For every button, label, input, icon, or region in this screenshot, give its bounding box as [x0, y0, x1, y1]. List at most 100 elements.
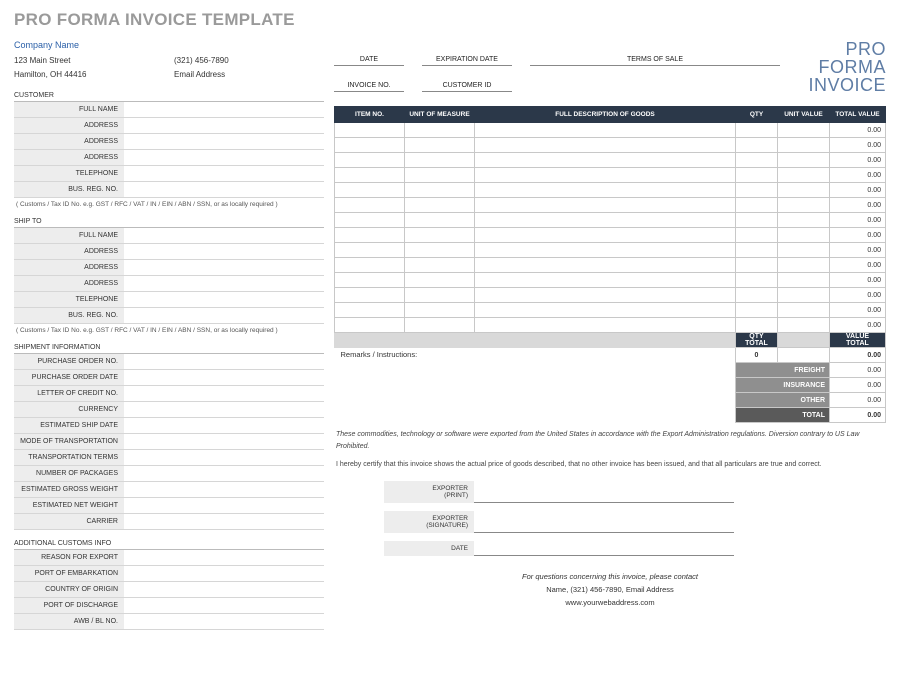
shipto-telephone[interactable] — [124, 292, 324, 307]
ship-trans-terms[interactable] — [124, 450, 324, 465]
table-cell[interactable] — [335, 198, 405, 213]
table-cell[interactable] — [405, 168, 475, 183]
table-cell[interactable] — [405, 318, 475, 333]
table-cell[interactable]: 0.00 — [830, 183, 886, 198]
sig-exporter-sign-line[interactable] — [474, 511, 734, 533]
customer-full-name[interactable] — [124, 102, 324, 117]
customs-discharge[interactable] — [124, 598, 324, 613]
shipto-address-3[interactable] — [124, 276, 324, 291]
table-cell[interactable] — [736, 318, 778, 333]
table-cell[interactable] — [475, 153, 736, 168]
table-cell[interactable]: 0.00 — [830, 228, 886, 243]
table-cell[interactable] — [335, 168, 405, 183]
table-cell[interactable] — [405, 303, 475, 318]
table-cell[interactable] — [778, 183, 830, 198]
table-cell[interactable] — [475, 303, 736, 318]
ship-carrier[interactable] — [124, 514, 324, 529]
shipto-full-name[interactable] — [124, 228, 324, 243]
table-cell[interactable] — [475, 258, 736, 273]
ship-net[interactable] — [124, 498, 324, 513]
table-cell[interactable] — [736, 198, 778, 213]
table-cell[interactable] — [778, 318, 830, 333]
customs-reason[interactable] — [124, 550, 324, 565]
table-cell[interactable] — [778, 198, 830, 213]
table-cell[interactable] — [736, 273, 778, 288]
table-cell[interactable] — [475, 243, 736, 258]
table-cell[interactable] — [778, 228, 830, 243]
table-cell[interactable] — [736, 243, 778, 258]
table-cell[interactable]: 0.00 — [830, 198, 886, 213]
table-cell[interactable] — [405, 243, 475, 258]
table-cell[interactable]: 0.00 — [830, 123, 886, 138]
table-cell[interactable] — [475, 213, 736, 228]
table-cell[interactable] — [335, 228, 405, 243]
table-cell[interactable] — [475, 288, 736, 303]
table-cell[interactable] — [475, 138, 736, 153]
table-cell[interactable] — [405, 213, 475, 228]
table-cell[interactable] — [736, 288, 778, 303]
table-cell[interactable] — [335, 123, 405, 138]
table-cell[interactable] — [736, 168, 778, 183]
customer-bus-reg[interactable] — [124, 182, 324, 197]
table-cell[interactable] — [778, 213, 830, 228]
shipto-address-2[interactable] — [124, 260, 324, 275]
table-cell[interactable]: 0.00 — [830, 243, 886, 258]
table-cell[interactable] — [778, 153, 830, 168]
table-cell[interactable] — [335, 153, 405, 168]
table-cell[interactable] — [736, 138, 778, 153]
table-cell[interactable] — [778, 288, 830, 303]
table-cell[interactable] — [335, 318, 405, 333]
meta-invno-input[interactable] — [334, 91, 404, 92]
table-cell[interactable] — [405, 228, 475, 243]
ship-mode[interactable] — [124, 434, 324, 449]
meta-custid-input[interactable] — [422, 91, 512, 92]
table-cell[interactable] — [736, 228, 778, 243]
table-cell[interactable] — [778, 243, 830, 258]
table-cell[interactable] — [736, 303, 778, 318]
table-cell[interactable] — [405, 123, 475, 138]
table-cell[interactable] — [405, 258, 475, 273]
ship-po-no[interactable] — [124, 354, 324, 369]
table-cell[interactable] — [475, 123, 736, 138]
customs-embark[interactable] — [124, 566, 324, 581]
table-cell[interactable]: 0.00 — [830, 153, 886, 168]
customer-address-1[interactable] — [124, 118, 324, 133]
table-cell[interactable] — [778, 258, 830, 273]
table-cell[interactable] — [335, 183, 405, 198]
ship-est-ship[interactable] — [124, 418, 324, 433]
table-cell[interactable] — [736, 213, 778, 228]
table-cell[interactable] — [475, 228, 736, 243]
sig-date-line[interactable] — [474, 541, 734, 556]
shipto-address-1[interactable] — [124, 244, 324, 259]
table-cell[interactable]: 0.00 — [830, 168, 886, 183]
ship-currency[interactable] — [124, 402, 324, 417]
ship-gross[interactable] — [124, 482, 324, 497]
table-cell[interactable]: 0.00 — [830, 288, 886, 303]
table-cell[interactable] — [778, 138, 830, 153]
table-cell[interactable] — [475, 198, 736, 213]
table-cell[interactable] — [335, 258, 405, 273]
table-cell[interactable] — [736, 123, 778, 138]
customs-origin[interactable] — [124, 582, 324, 597]
table-cell[interactable] — [736, 183, 778, 198]
table-cell[interactable] — [475, 273, 736, 288]
sig-exporter-print-line[interactable] — [474, 481, 734, 503]
table-cell[interactable] — [778, 168, 830, 183]
ship-loc[interactable] — [124, 386, 324, 401]
table-cell[interactable]: 0.00 — [830, 318, 886, 333]
customer-address-2[interactable] — [124, 134, 324, 149]
table-cell[interactable] — [335, 288, 405, 303]
table-cell[interactable]: 0.00 — [830, 303, 886, 318]
table-cell[interactable] — [335, 213, 405, 228]
table-cell[interactable] — [778, 303, 830, 318]
table-cell[interactable] — [405, 153, 475, 168]
table-cell[interactable] — [335, 138, 405, 153]
table-cell[interactable] — [778, 273, 830, 288]
table-cell[interactable] — [475, 168, 736, 183]
table-cell[interactable] — [405, 273, 475, 288]
table-cell[interactable] — [475, 183, 736, 198]
table-cell[interactable] — [736, 153, 778, 168]
customs-awb[interactable] — [124, 614, 324, 629]
table-cell[interactable] — [736, 258, 778, 273]
table-cell[interactable]: 0.00 — [830, 273, 886, 288]
